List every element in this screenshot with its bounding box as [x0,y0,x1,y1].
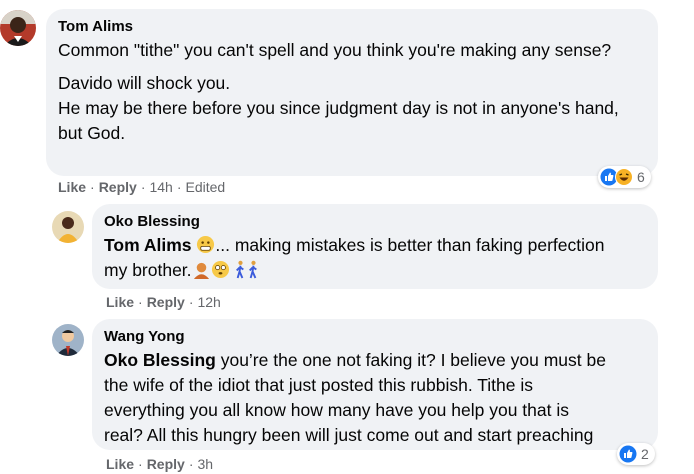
comment-text: my brother. [104,258,646,283]
separator-dot: · [138,294,143,310]
like-icon [619,445,637,463]
avatar-wang-yong[interactable] [52,324,84,356]
separator-dot: · [140,179,146,195]
comment-text: Davido will shock you. [58,73,231,93]
reaction-count: 2 [641,446,649,462]
separator-dot: · [188,294,194,310]
like-button[interactable]: Like [58,179,86,195]
comment-text: Common "tithe" you can't spell and you t… [58,40,612,60]
mention-link[interactable]: Tom Alims [104,235,192,255]
edited-label[interactable]: Edited [186,179,226,195]
avatar-tom-alims[interactable] [0,10,36,46]
reply-button[interactable]: Reply [99,179,137,195]
haha-icon [615,168,633,186]
separator-dot: · [176,179,182,195]
timestamp[interactable]: 12h [197,294,220,310]
separator-dot: · [90,179,95,195]
comment-text-line: real? All this hungry been will just com… [104,425,594,445]
avatar-oko-blessing[interactable] [52,211,84,243]
timestamp[interactable]: 3h [197,456,213,472]
comment-author[interactable]: Oko Blessing [104,212,646,231]
comment-text: He may be there before you since judgmen… [58,98,619,143]
like-button[interactable]: Like [106,294,134,310]
mention-link[interactable]: Oko Blessing [104,350,216,370]
person-walking-emoji [236,260,245,279]
separator-dot: · [188,456,194,472]
comment-actions: Like · Reply · 14h · Edited [58,178,225,196]
comment-author[interactable]: Wang Yong [104,327,646,346]
comment-actions: Like · Reply · 12h [106,293,221,311]
reaction-summary[interactable]: 6 [598,166,651,188]
separator-dot: · [138,456,143,472]
comment-text-line: you’re the one not faking it? I believe … [215,350,606,370]
comment-bubble: Oko Blessing Tom Alims ... making mistak… [92,204,658,289]
person-pouting-emoji [193,262,209,279]
comment-text-line: the wife of the idiot that just posted t… [104,375,533,395]
flushed-face-emoji [211,260,229,279]
comment-text: Tom Alims ... making mistakes is better … [104,233,646,258]
comment-text: Oko Blessing you’re the one not faking i… [104,348,646,373]
comment-actions: Like · Reply · 3h [106,455,213,473]
comment-text-line: everything you all know how many have yo… [104,400,569,420]
grimacing-face-emoji [197,235,215,254]
comment-bubble: Wang Yong Oko Blessing you’re the one no… [92,319,658,450]
reply-button[interactable]: Reply [147,456,185,472]
comment-author[interactable]: Tom Alims [58,17,646,36]
reply-button[interactable]: Reply [147,294,185,310]
comment-text-part: ... making mistakes is better than fakin… [215,235,605,255]
person-walking-emoji [249,260,258,279]
reaction-count: 6 [637,169,645,185]
reaction-summary[interactable]: 2 [617,443,655,465]
like-button[interactable]: Like [106,456,134,472]
timestamp[interactable]: 14h [149,179,172,195]
comment-text-part: my brother. [104,260,192,280]
comment-bubble: Tom Alims Common "tithe" you can't spell… [46,9,658,176]
